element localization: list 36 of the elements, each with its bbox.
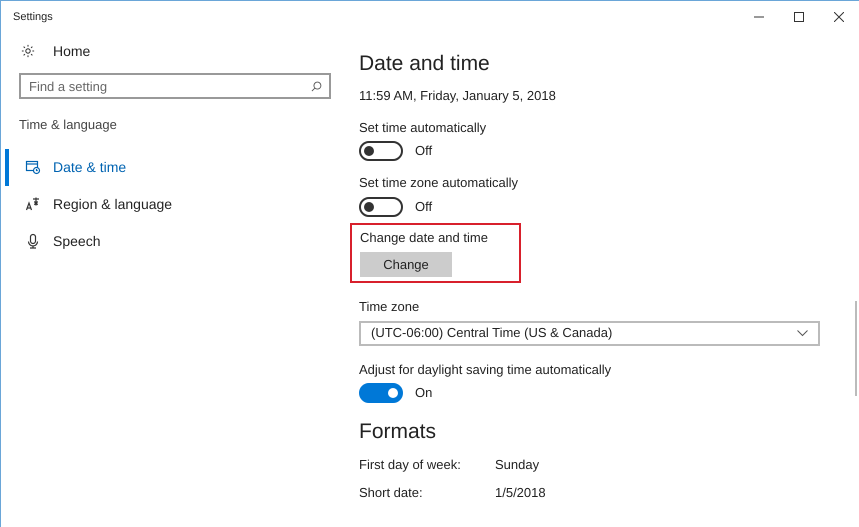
- maximize-icon: [794, 12, 804, 22]
- close-icon: [834, 12, 844, 22]
- setting-label: Change date and time: [360, 228, 488, 247]
- scrollbar-thumb[interactable]: [855, 301, 857, 396]
- nav-item[interactable]: Date & time: [5, 148, 332, 186]
- setting-label: Set time zone automatically: [359, 174, 518, 192]
- window-title: Settings: [13, 10, 53, 25]
- toggle-switch[interactable]: [359, 196, 403, 216]
- toggle-switch[interactable]: [359, 383, 403, 403]
- setting-label: Time zone: [359, 298, 420, 316]
- toggle-switch[interactable]: [359, 141, 403, 161]
- toggle-state: Off: [415, 142, 432, 160]
- format-value: Sunday: [495, 456, 540, 474]
- calendar-clock-icon: [25, 159, 41, 175]
- microphone-icon: [25, 233, 41, 249]
- format-label: Short date:: [359, 484, 424, 502]
- chevron-down-icon: [797, 330, 808, 336]
- home-link[interactable]: Home: [53, 40, 90, 62]
- language-icon: [25, 196, 41, 212]
- current-date-time: 11:59 AM, Friday, January 5, 2018: [359, 87, 556, 105]
- settings-icon: [21, 44, 35, 58]
- toggle-state: On: [415, 384, 432, 402]
- setting-label: Adjust for daylight saving time automatically: [359, 360, 612, 379]
- time-zone-dropdown[interactable]: (UTC-06:00) Central Time (US & Canada): [359, 320, 820, 346]
- category-heading: Time & language: [19, 116, 117, 134]
- page-heading: Date and time: [359, 51, 490, 77]
- setting-label: Set time automatically: [359, 118, 486, 137]
- change-button[interactable]: Change: [360, 252, 452, 277]
- search-field[interactable]: Find a setting: [19, 73, 331, 99]
- nav-item[interactable]: Region & language: [5, 186, 332, 222]
- format-value: 1/5/2018: [495, 484, 546, 502]
- format-label: First day of week:: [359, 456, 462, 474]
- nav-item[interactable]: Speech: [5, 222, 332, 260]
- search-icon: [311, 81, 322, 92]
- toggle-state: Off: [415, 198, 432, 216]
- section-heading: Formats: [359, 419, 436, 445]
